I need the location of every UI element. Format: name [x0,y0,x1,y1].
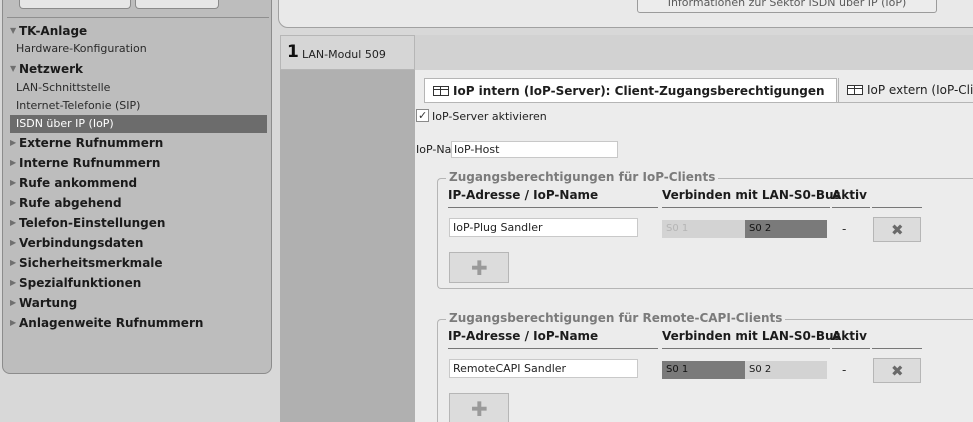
add-button[interactable]: ✚ [449,252,509,283]
main-panel: IoP intern (IoP-Server): Client-Zugangsb… [415,70,973,422]
module-band [415,35,973,70]
chevron-right-icon: ▶ [10,218,17,227]
aktiv-status: - [842,222,847,236]
info-button[interactable]: Informationen zur Sektor ISDN über IP (I… [637,0,937,13]
delete-button[interactable]: ✖ [873,358,921,383]
add-button[interactable]: ✚ [449,393,509,422]
sidebar-top-button-right[interactable] [135,0,219,9]
sidebar-item-isdn-über-ip-iop[interactable]: ISDN über IP (IoP) [10,115,267,133]
sidebar-divider [7,17,269,18]
sidebar-item-tk-anlage[interactable]: ▼ TK-Anlage [3,21,271,40]
table-icon [847,85,863,95]
chevron-right-icon: ▶ [10,178,17,187]
bus-s0-2-toggle[interactable]: S0 2 [745,361,827,379]
sidebar-item-netzwerk[interactable]: ▼ Netzwerk [3,59,271,79]
sidebar-item-label: Telefon-Einstellungen [19,216,166,230]
iop-server-checkbox[interactable] [416,108,429,124]
chevron-down-icon: ▼ [10,64,17,73]
tab-iop-intern-label: IoP intern (IoP-Server): Client-Zugangsb… [453,84,825,98]
sidebar-item-label: Rufe ankommend [19,176,138,190]
column-bus-header: Verbinden mit LAN-S0-Bus [662,329,841,349]
tab-iop-intern[interactable]: IoP intern (IoP-Server): Client-Zugangsb… [424,78,837,102]
chevron-right-icon: ▶ [10,258,17,267]
chevron-right-icon: ▶ [10,278,17,287]
sidebar-item-externe-rufnummern[interactable]: ▶ Externe Rufnummern [3,133,271,153]
module-number: 1 [287,42,299,62]
sidebar-item-hardware-konfiguration[interactable]: Hardware-Konfiguration [3,40,271,58]
sidebar-item-interne-rufnummern[interactable]: ▶ Interne Rufnummern [3,153,271,173]
sidebar-item-label: TK-Anlage [19,24,88,38]
iop-server-checkbox-row[interactable]: IoP-Server aktivieren [416,108,547,125]
iop-clients-group: Zugangsberechtigungen für IoP-Clients IP… [437,170,973,289]
sidebar-item-label: Externe Rufnummern [19,136,164,150]
delete-icon: ✖ [891,221,904,239]
delete-button[interactable]: ✖ [873,217,921,242]
capi-clients-group: Zugangsberechtigungen für Remote-CAPI-Cl… [437,311,973,422]
sidebar-item-label: Spezialfunktionen [19,276,142,290]
column-ip-header: IP-Adresse / IoP-Name [448,329,658,349]
nav-list: ▼ TK-Anlage Hardware-Konfiguration ▼ Netzwer… [3,21,271,333]
column-divider [872,207,922,208]
sidebar-item-spezialfunktionen[interactable]: ▶ Spezialfunktionen [3,273,271,293]
top-toolbar: Informationen zur Sektor ISDN über IP (I… [278,0,973,28]
column-ip-header: IP-Adresse / IoP-Name [448,188,658,208]
bus-s0-1-toggle[interactable]: S0 1 [662,361,745,379]
capi-clients-legend: Zugangsberechtigungen für Remote-CAPI-Cl… [446,311,786,325]
sidebar-item-verbindungsdaten[interactable]: ▶ Verbindungsdaten [3,233,271,253]
sidebar-item-label: Interne Rufnummern [19,156,161,170]
tab-divider [424,102,973,103]
sidebar-item-label: Wartung [19,296,78,310]
module-column [280,70,415,422]
chevron-right-icon: ▶ [10,238,17,247]
tab-iop-extern[interactable]: IoP extern (IoP-Clie [838,78,973,102]
column-divider [872,348,922,349]
capi-client-address-input[interactable] [449,359,638,378]
sidebar-item-lan-schnittstelle[interactable]: LAN-Schnittstelle [3,79,271,97]
sidebar-item-internet-telefonie-sip[interactable]: Internet-Telefonie (SIP) [3,97,271,115]
sidebar-item-wartung[interactable]: ▶ Wartung [3,293,271,313]
table-icon [433,86,449,96]
chevron-right-icon: ▶ [10,298,17,307]
sidebar-item-label: Hardware-Konfiguration [16,42,147,55]
column-aktiv-header: Aktiv [832,188,870,208]
chevron-right-icon: ▶ [10,318,17,327]
sidebar-item-label: Internet-Telefonie (SIP) [16,99,141,112]
iop-name-input[interactable] [451,141,618,158]
sidebar-item-label: Verbindungsdaten [19,236,144,250]
navigation-sidebar: ▼ TK-Anlage Hardware-Konfiguration ▼ Netzwer… [2,0,272,374]
module-tab-lan-509[interactable]: 1 LAN-Modul 509 [280,35,415,70]
sidebar-item-label: LAN-Schnittstelle [16,81,111,94]
column-aktiv-header: Aktiv [832,329,870,349]
sidebar-item-sicherheitsmerkmale[interactable]: ▶ Sicherheitsmerkmale [3,253,271,273]
iop-client-address-input[interactable] [449,218,638,237]
sidebar-item-label: ISDN über IP (IoP) [16,117,114,130]
sidebar-item-anlagenweite-rufnummern[interactable]: ▶ Anlagenweite Rufnummern [3,313,271,333]
iop-name-row: IoP-Name [416,141,618,159]
sidebar-item-label: Sicherheitsmerkmale [19,256,163,270]
bus-s0-1-toggle[interactable]: S0 1 [662,220,745,238]
sidebar-item-label: Rufe abgehend [19,196,122,210]
sidebar-top-button-left[interactable] [19,0,131,9]
sidebar-item-telefon-einstellungen[interactable]: ▶ Telefon-Einstellungen [3,213,271,233]
iop-server-checkbox-label: IoP-Server aktivieren [432,110,547,123]
sidebar-item-rufe-abgehend[interactable]: ▶ Rufe abgehend [3,193,271,213]
column-bus-header: Verbinden mit LAN-S0-Bus [662,188,841,208]
aktiv-status: - [842,363,847,377]
add-icon: ✚ [471,397,488,421]
tab-iop-extern-label: IoP extern (IoP-Clie [867,83,973,97]
sidebar-top-buttons [11,0,261,13]
add-icon: ✚ [471,256,488,280]
module-label: LAN-Modul 509 [302,48,386,61]
bus-s0-2-toggle[interactable]: S0 2 [745,220,827,238]
iop-clients-legend: Zugangsberechtigungen für IoP-Clients [446,170,719,184]
chevron-down-icon: ▼ [10,26,17,35]
chevron-right-icon: ▶ [10,138,17,147]
sidebar-item-label: Anlagenweite Rufnummern [19,316,204,330]
delete-icon: ✖ [891,362,904,380]
chevron-right-icon: ▶ [10,158,17,167]
sidebar-item-label: Netzwerk [19,62,84,76]
sidebar-item-rufe-ankommend[interactable]: ▶ Rufe ankommend [3,173,271,193]
chevron-right-icon: ▶ [10,198,17,207]
